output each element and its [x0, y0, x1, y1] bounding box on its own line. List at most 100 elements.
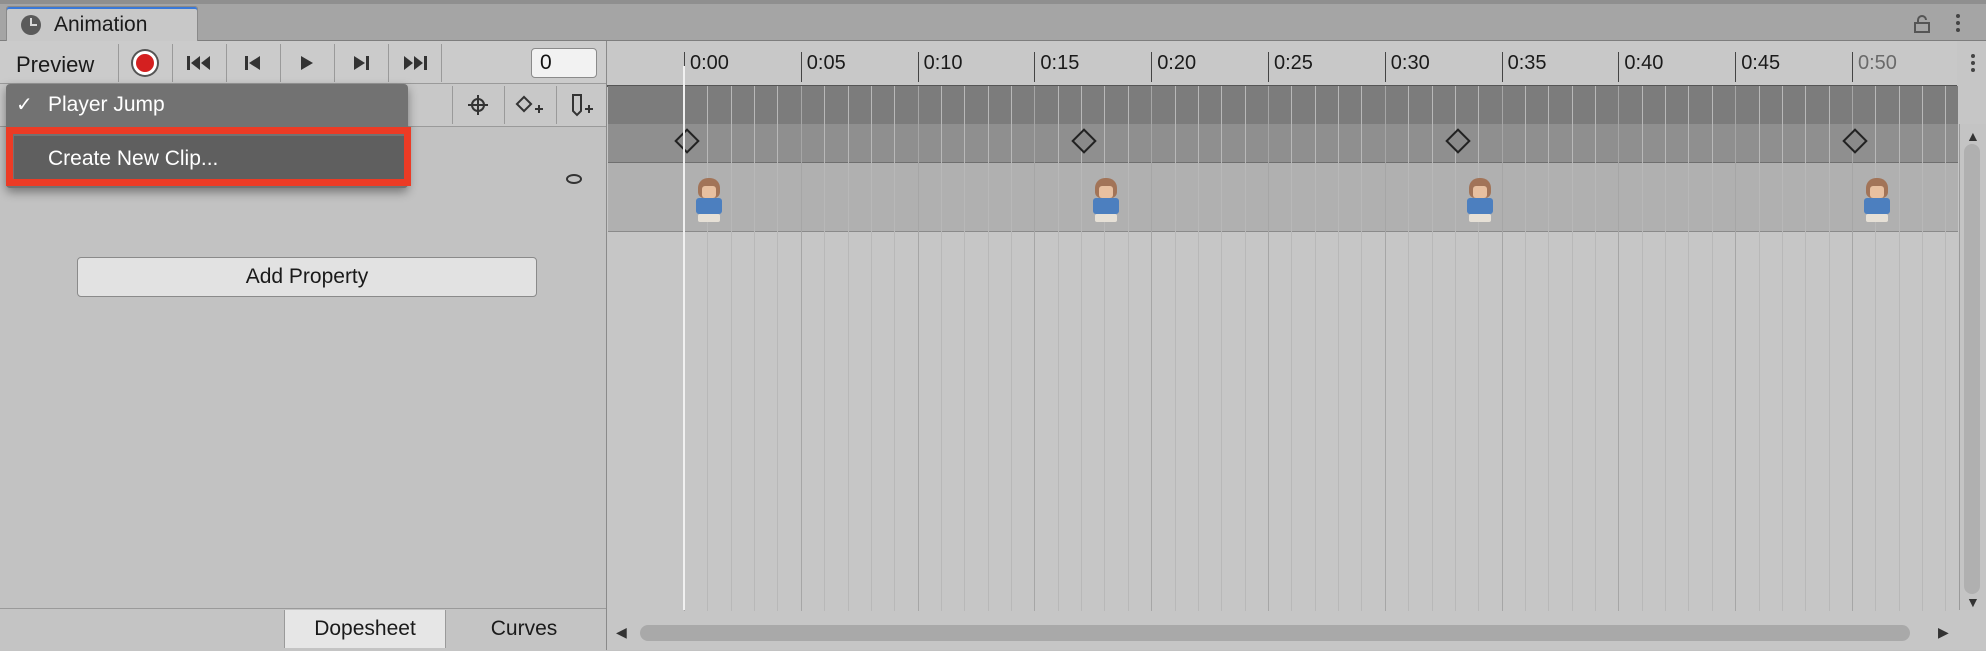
grid-line	[800, 86, 802, 611]
grid-line	[1197, 86, 1199, 611]
sprite-thumbnail[interactable]	[688, 176, 728, 226]
ruler-tick	[1034, 52, 1036, 82]
grid-line	[1034, 86, 1036, 611]
playhead[interactable]	[683, 66, 685, 610]
play-button[interactable]	[280, 44, 333, 82]
grid-line	[1314, 86, 1316, 611]
vertical-scroll-thumb[interactable]	[1964, 144, 1980, 594]
ruler-tick-label: 0:00	[690, 52, 729, 74]
grid-line	[1501, 86, 1503, 611]
grid-line	[1618, 86, 1620, 611]
grid-line	[707, 86, 709, 611]
ruler-tick	[1618, 52, 1620, 82]
grid-line	[1081, 86, 1083, 611]
sprite-thumbnail[interactable]	[1085, 176, 1125, 226]
add-event-icon	[572, 94, 593, 117]
grid-line	[1221, 86, 1223, 611]
record-button[interactable]	[118, 44, 171, 82]
next-keyframe-button[interactable]	[334, 44, 387, 82]
scroll-up-icon[interactable]: ▲	[1966, 128, 1980, 144]
grid-line	[1828, 86, 1830, 611]
grid-line	[1875, 86, 1877, 611]
frame-input[interactable]: 0	[531, 48, 597, 78]
grid-line	[917, 86, 919, 611]
grid-line	[754, 86, 756, 611]
window-tab-bar	[0, 0, 1986, 41]
grid-line	[1408, 86, 1410, 611]
ruler-tick	[1852, 52, 1853, 82]
ruler-tick	[1151, 52, 1153, 82]
ruler-tick	[1384, 52, 1386, 82]
ruler-tick	[917, 52, 919, 82]
grid-line	[777, 86, 779, 611]
preview-toggle[interactable]: Preview	[16, 52, 94, 78]
grid-line	[1384, 86, 1386, 611]
sprite-keyframe-row[interactable]	[608, 163, 1958, 232]
grid-line	[1945, 86, 1947, 611]
last-key-icon	[404, 56, 427, 70]
ruler-tick	[1268, 52, 1269, 82]
ruler-tick-label: 0:20	[1157, 52, 1197, 74]
grid-line	[894, 86, 896, 611]
checkmark-icon: ✓	[16, 94, 33, 116]
grid-line	[1478, 86, 1480, 611]
record-icon	[133, 51, 157, 75]
play-icon	[301, 56, 313, 70]
sprite-thumbnail[interactable]	[1459, 176, 1499, 226]
timeline-menu-icon[interactable]	[1960, 50, 1986, 84]
grid-line	[1665, 86, 1667, 611]
grid-line	[1057, 86, 1059, 611]
scroll-down-icon[interactable]: ▼	[1966, 594, 1980, 610]
grid-line	[1291, 86, 1293, 611]
ruler-tick	[1501, 52, 1503, 82]
grid-line	[1011, 86, 1013, 611]
scroll-right-icon[interactable]: ▶	[1938, 624, 1949, 641]
grid-line	[824, 86, 826, 611]
prev-keyframe-button[interactable]	[226, 44, 279, 82]
tab-dopesheet[interactable]: Dopesheet	[284, 610, 446, 648]
grid-line	[1244, 86, 1246, 611]
horizontal-scroll-thumb[interactable]	[640, 625, 1910, 641]
grid-line	[1151, 86, 1153, 611]
ruler-tick-label: 0:35	[1507, 52, 1547, 74]
menu-item-label: Player Jump	[48, 93, 165, 116]
summary-row	[608, 86, 1958, 124]
grid-line	[1922, 86, 1924, 611]
sprite-thumbnail[interactable]	[1856, 176, 1896, 226]
ruler-tick-label: 0:25	[1274, 52, 1313, 74]
prev-key-icon	[245, 56, 260, 70]
grid-line	[1688, 86, 1690, 611]
ruler-tick-label: 0:30	[1390, 52, 1430, 74]
tab-curves[interactable]: Curves	[446, 610, 602, 648]
filter-by-selection-button[interactable]	[452, 86, 503, 124]
grid-line	[1268, 86, 1269, 611]
scroll-left-icon[interactable]: ◀	[616, 624, 627, 641]
first-keyframe-button[interactable]	[172, 44, 225, 82]
grid-line	[1431, 86, 1433, 611]
keyframe-row[interactable]	[608, 124, 1958, 163]
grid-line	[1711, 86, 1713, 611]
grid-line	[1454, 86, 1456, 611]
grid-line	[870, 86, 872, 611]
add-keyframe-button[interactable]	[504, 86, 555, 124]
lock-icon[interactable]	[1914, 15, 1930, 33]
property-options-icon[interactable]	[566, 174, 582, 184]
kebab-menu-icon[interactable]	[1956, 14, 1960, 18]
grid-line	[1104, 86, 1106, 611]
tab-animation[interactable]: Animation	[6, 6, 198, 41]
grid-line	[1781, 86, 1783, 611]
ruler-tick	[800, 52, 802, 82]
add-property-button[interactable]: Add Property	[77, 257, 537, 297]
add-event-button[interactable]	[556, 86, 607, 124]
grid-line	[847, 86, 849, 611]
ruler-tick-label: 0:15	[1040, 52, 1080, 74]
ruler-tick-label: 0:10	[923, 52, 963, 74]
crosshair-icon	[468, 95, 488, 115]
first-key-icon	[187, 56, 210, 70]
grid-line	[1805, 86, 1807, 611]
grid-line	[1898, 86, 1900, 611]
last-keyframe-button[interactable]	[388, 44, 442, 82]
menu-item-player-jump[interactable]: ✓ Player Jump	[6, 84, 408, 128]
grid-line	[1174, 86, 1176, 611]
grid-line	[1595, 86, 1597, 611]
